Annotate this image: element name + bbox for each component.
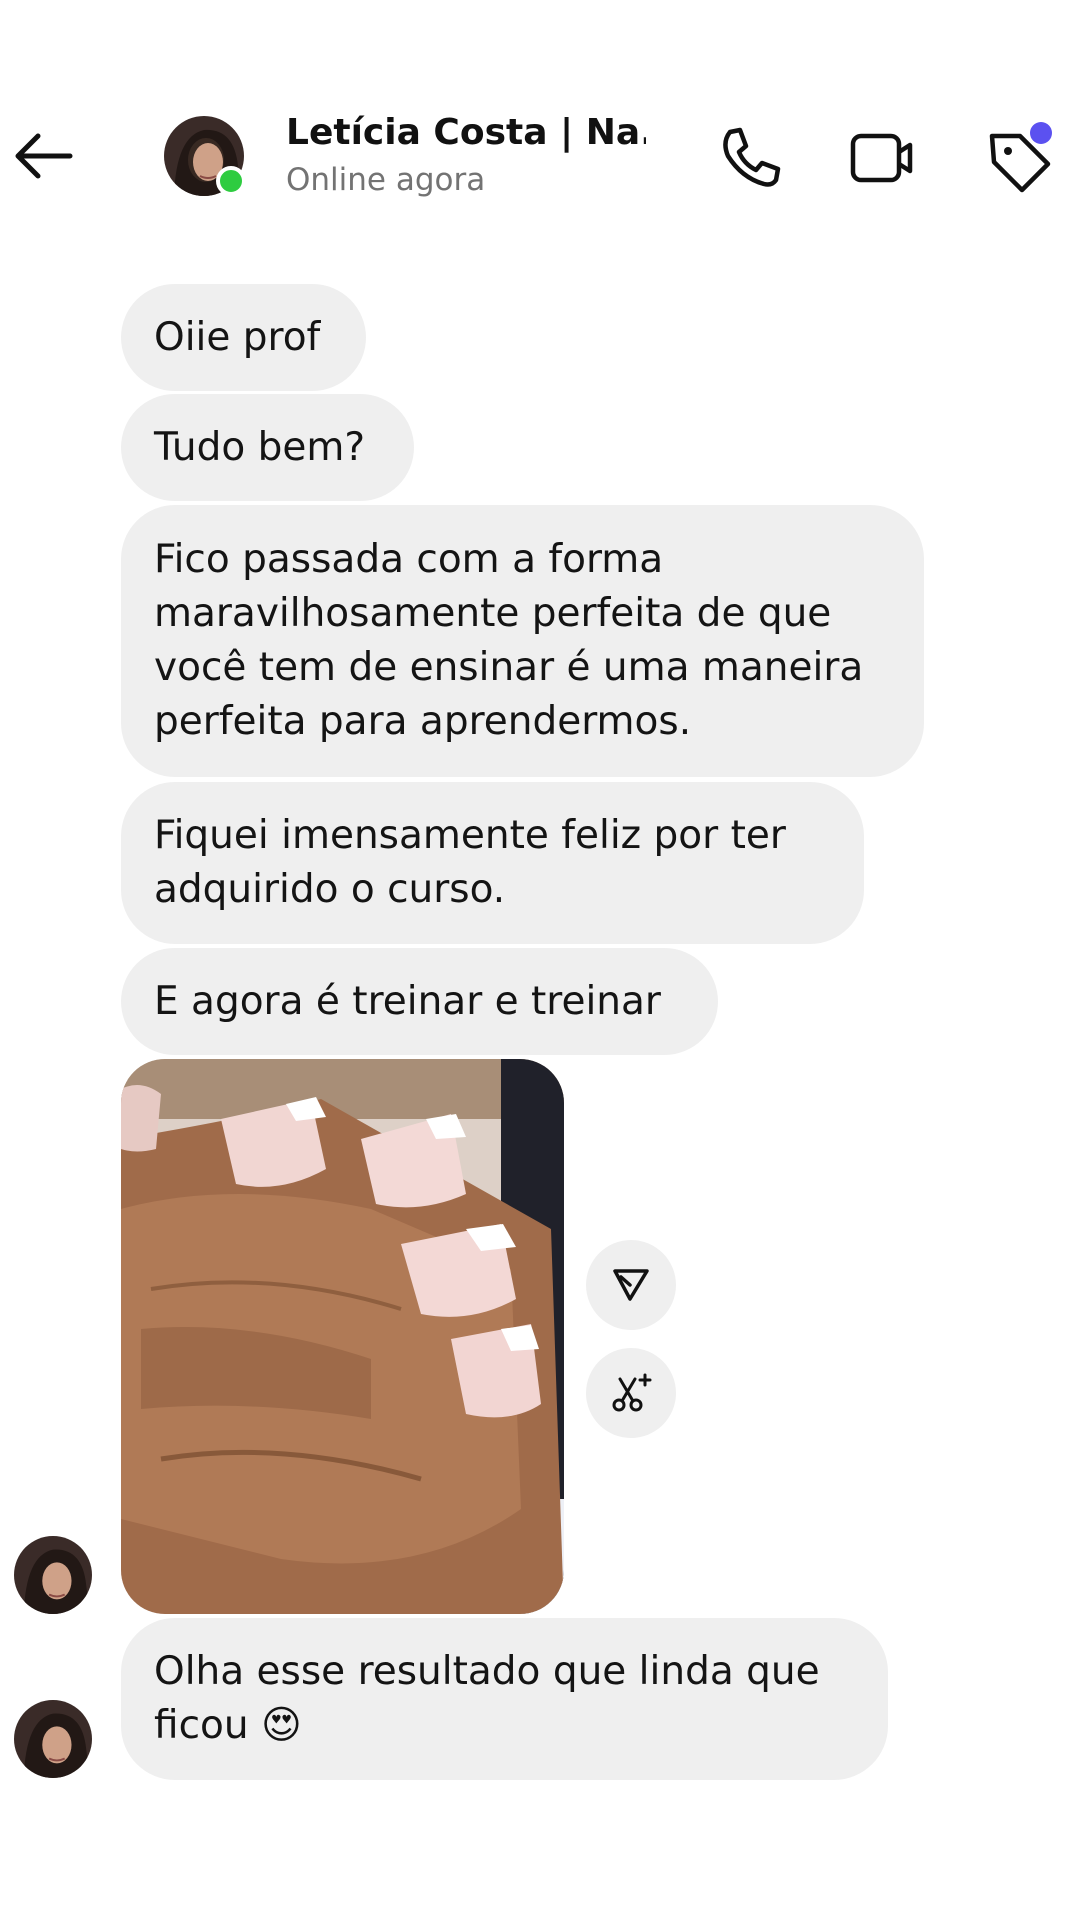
scissors-sparkle-icon[interactable] <box>586 1348 676 1438</box>
message-bubble[interactable]: Tudo bem? <box>121 394 414 501</box>
online-indicator <box>216 166 246 196</box>
share-icon[interactable] <box>586 1240 676 1330</box>
message-bubble[interactable]: Fiquei imensamente feliz por ter adquiri… <box>121 782 864 944</box>
photo-message[interactable] <box>121 1059 564 1614</box>
phone-icon[interactable] <box>710 120 790 196</box>
back-arrow-icon[interactable] <box>8 126 78 186</box>
notification-dot <box>1030 122 1052 144</box>
contact-name[interactable]: Letícia Costa | Na... <box>286 112 646 153</box>
video-camera-icon[interactable] <box>840 120 920 196</box>
sender-avatar[interactable] <box>14 1536 92 1614</box>
sender-avatar[interactable] <box>14 1700 92 1778</box>
message-bubble[interactable]: Olha esse resultado que linda que ficou … <box>121 1618 888 1780</box>
message-bubble[interactable]: Fico passada com a forma maravilhosament… <box>121 505 924 777</box>
contact-status: Online agora <box>286 162 486 198</box>
message-bubble[interactable]: Oiie prof <box>121 284 366 391</box>
chat-header: Letícia Costa | Na... Online agora <box>0 0 1080 230</box>
message-bubble[interactable]: E agora é treinar e treinar <box>121 948 718 1055</box>
